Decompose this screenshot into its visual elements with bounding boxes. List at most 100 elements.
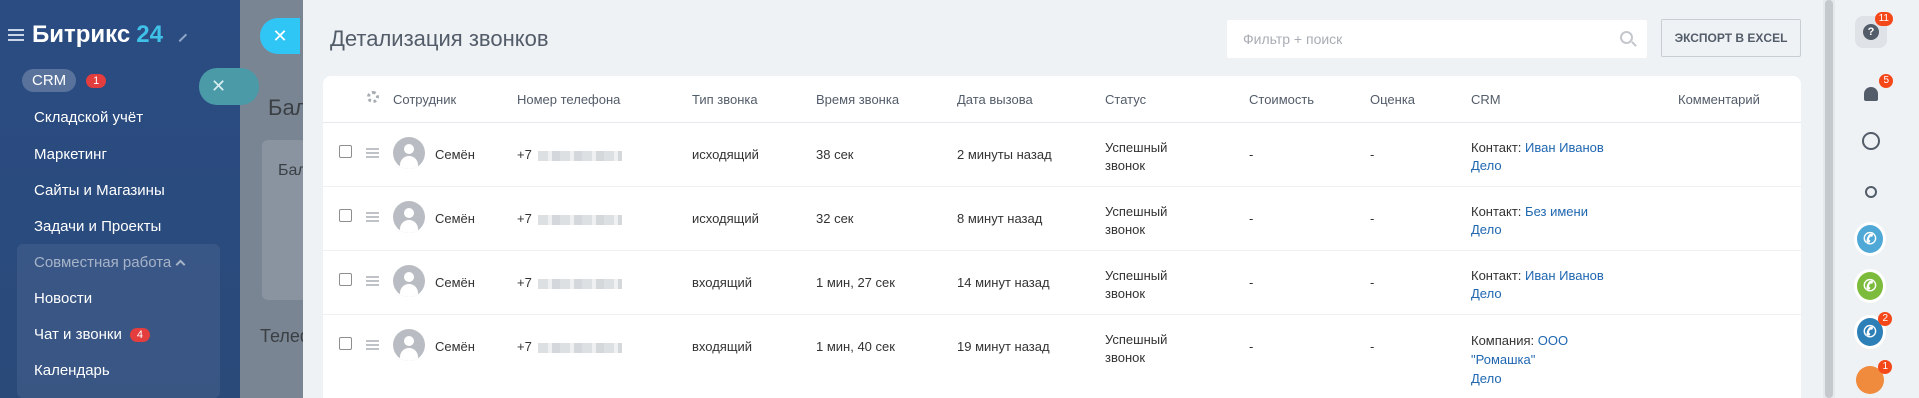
sidebar-item-marketing[interactable]: Маркетинг: [34, 146, 107, 163]
employee-name[interactable]: Семён: [435, 275, 475, 290]
column-header-rating[interactable]: Оценка: [1370, 92, 1415, 107]
avatar: [393, 265, 425, 297]
crm-deal-link[interactable]: Дело: [1471, 158, 1502, 173]
column-header-phone[interactable]: Номер телефона: [517, 92, 620, 107]
help-button[interactable]: ? 11: [1855, 12, 1893, 48]
chevron-up-icon: [175, 259, 186, 270]
row-checkbox[interactable]: [339, 145, 352, 158]
row-menu-icon[interactable]: [366, 148, 379, 158]
gear-icon[interactable]: [367, 91, 379, 103]
call-duration: 38 сек: [816, 147, 854, 162]
phone-number: +7: [517, 275, 622, 290]
sidebar-item-calendar[interactable]: Календарь: [34, 362, 110, 379]
brand: Битрикс 24: [8, 20, 187, 50]
sidebar-group-title[interactable]: Совместная работа: [34, 254, 186, 271]
status-line-1: Успешный: [1105, 268, 1168, 283]
sidebar-item-tasks[interactable]: Задачи и Проекты: [34, 218, 161, 235]
column-header-status[interactable]: Статус: [1105, 92, 1146, 107]
scrollbar-thumb[interactable]: [1825, 0, 1833, 398]
row-checkbox[interactable]: [339, 209, 352, 222]
table-row[interactable]: Семён +7 исходящий 38 сек 2 минуты назад…: [323, 123, 1801, 187]
sidebar-item-news[interactable]: Новости: [34, 290, 92, 307]
row-menu-icon[interactable]: [366, 276, 379, 286]
search-box: [1227, 20, 1647, 58]
crm-entity-link[interactable]: Без имени: [1525, 204, 1588, 219]
crm-cell: Контакт: Без имени Дело: [1471, 203, 1621, 239]
column-header-cost[interactable]: Стоимость: [1249, 92, 1314, 107]
search-icon: [1865, 186, 1877, 198]
sidebar-item-crm[interactable]: CRM 1: [22, 69, 107, 92]
employee-name[interactable]: Семён: [435, 147, 475, 162]
close-panel-button[interactable]: ✕: [260, 18, 300, 54]
crm-entity-type: Контакт:: [1471, 268, 1522, 283]
crm-entity-link[interactable]: Иван Иванов: [1525, 140, 1604, 155]
call-type: исходящий: [692, 211, 759, 226]
row-menu-icon[interactable]: [366, 340, 379, 350]
call-button-1[interactable]: ✆: [1854, 222, 1886, 256]
call-rating: -: [1370, 211, 1375, 226]
search-button[interactable]: [1855, 176, 1887, 208]
export-excel-button[interactable]: ЭКСПОРТ В EXCEL: [1661, 19, 1801, 57]
sidebar-item-sites[interactable]: Сайты и Магазины: [34, 182, 165, 199]
call-rating: -: [1370, 275, 1375, 290]
blurred-phone: [537, 150, 622, 161]
brand-number[interactable]: 24: [136, 21, 163, 49]
search-icon[interactable]: [1620, 31, 1633, 44]
phone-prefix: +7: [517, 211, 532, 226]
status-line-2: звонок: [1105, 286, 1146, 301]
phone-number: +7: [517, 211, 622, 226]
close-icon: ✕: [211, 76, 227, 96]
phone-number: +7: [517, 339, 622, 354]
pencil-icon[interactable]: [172, 27, 187, 43]
call-status: Успешный звонок: [1105, 267, 1167, 303]
phone-prefix: +7: [517, 339, 532, 354]
call-cost: -: [1249, 211, 1254, 226]
background-close-button: ✕: [199, 68, 259, 105]
sidebar-item-warehouse[interactable]: Складской учёт: [34, 109, 143, 126]
notifications-button[interactable]: 5: [1855, 74, 1893, 110]
employee-name[interactable]: Семён: [435, 339, 475, 354]
call-cost: -: [1249, 147, 1254, 162]
messenger-button[interactable]: [1855, 125, 1887, 157]
column-header-duration[interactable]: Время звонка: [816, 92, 899, 107]
phone-number: +7: [517, 147, 622, 162]
crm-entity-link-cont[interactable]: "Ромашка": [1471, 352, 1535, 367]
call-type: исходящий: [692, 147, 759, 162]
avatar: [393, 137, 425, 169]
sidebar-item-chat[interactable]: Чат и звонки 4: [34, 326, 150, 343]
search-input[interactable]: [1227, 20, 1647, 58]
crm-deal-link[interactable]: Дело: [1471, 222, 1502, 237]
crm-deal-link[interactable]: Дело: [1471, 371, 1502, 386]
call-cost: -: [1249, 339, 1254, 354]
user-avatar-button[interactable]: 1: [1854, 360, 1892, 396]
table-row[interactable]: Семён +7 исходящий 32 сек 8 минут назад …: [323, 187, 1801, 251]
table-row[interactable]: Семён +7 входящий 1 мин, 27 сек 14 минут…: [323, 251, 1801, 315]
crm-entity-type: Контакт:: [1471, 204, 1522, 219]
background-heading: Бал: [268, 95, 308, 120]
avatar-badge: 1: [1878, 360, 1892, 374]
close-icon: ✕: [272, 25, 288, 46]
column-header-crm[interactable]: CRM: [1471, 92, 1501, 107]
phone-icon: ✆: [1854, 222, 1886, 256]
call-date: 19 минут назад: [957, 339, 1050, 354]
help-badge: 11: [1874, 12, 1893, 26]
employee-name[interactable]: Семён: [435, 211, 475, 226]
column-header-comment[interactable]: Комментарий: [1678, 92, 1760, 107]
row-checkbox[interactable]: [339, 337, 352, 350]
row-menu-icon[interactable]: [366, 212, 379, 222]
column-header-employee[interactable]: Сотрудник: [393, 92, 456, 107]
crm-entity-link[interactable]: ООО: [1538, 333, 1568, 348]
crm-entity-link[interactable]: Иван Иванов: [1525, 268, 1604, 283]
column-header-type[interactable]: Тип звонка: [692, 92, 758, 107]
phone-icon: ✆: [1854, 269, 1886, 303]
brand-name[interactable]: Битрикс: [32, 21, 130, 49]
column-header-date[interactable]: Дата вызова: [957, 92, 1033, 107]
table-row[interactable]: Семён +7 входящий 1 мин, 40 сек 19 минут…: [323, 315, 1801, 398]
sidebar-item-label: Чат и звонки: [34, 326, 122, 343]
menu-icon[interactable]: [8, 29, 24, 41]
call-button-2[interactable]: ✆: [1854, 269, 1886, 303]
call-button-3[interactable]: ✆ 2: [1854, 312, 1892, 349]
row-checkbox[interactable]: [339, 273, 352, 286]
crm-deal-link[interactable]: Дело: [1471, 286, 1502, 301]
blurred-phone: [537, 214, 622, 225]
